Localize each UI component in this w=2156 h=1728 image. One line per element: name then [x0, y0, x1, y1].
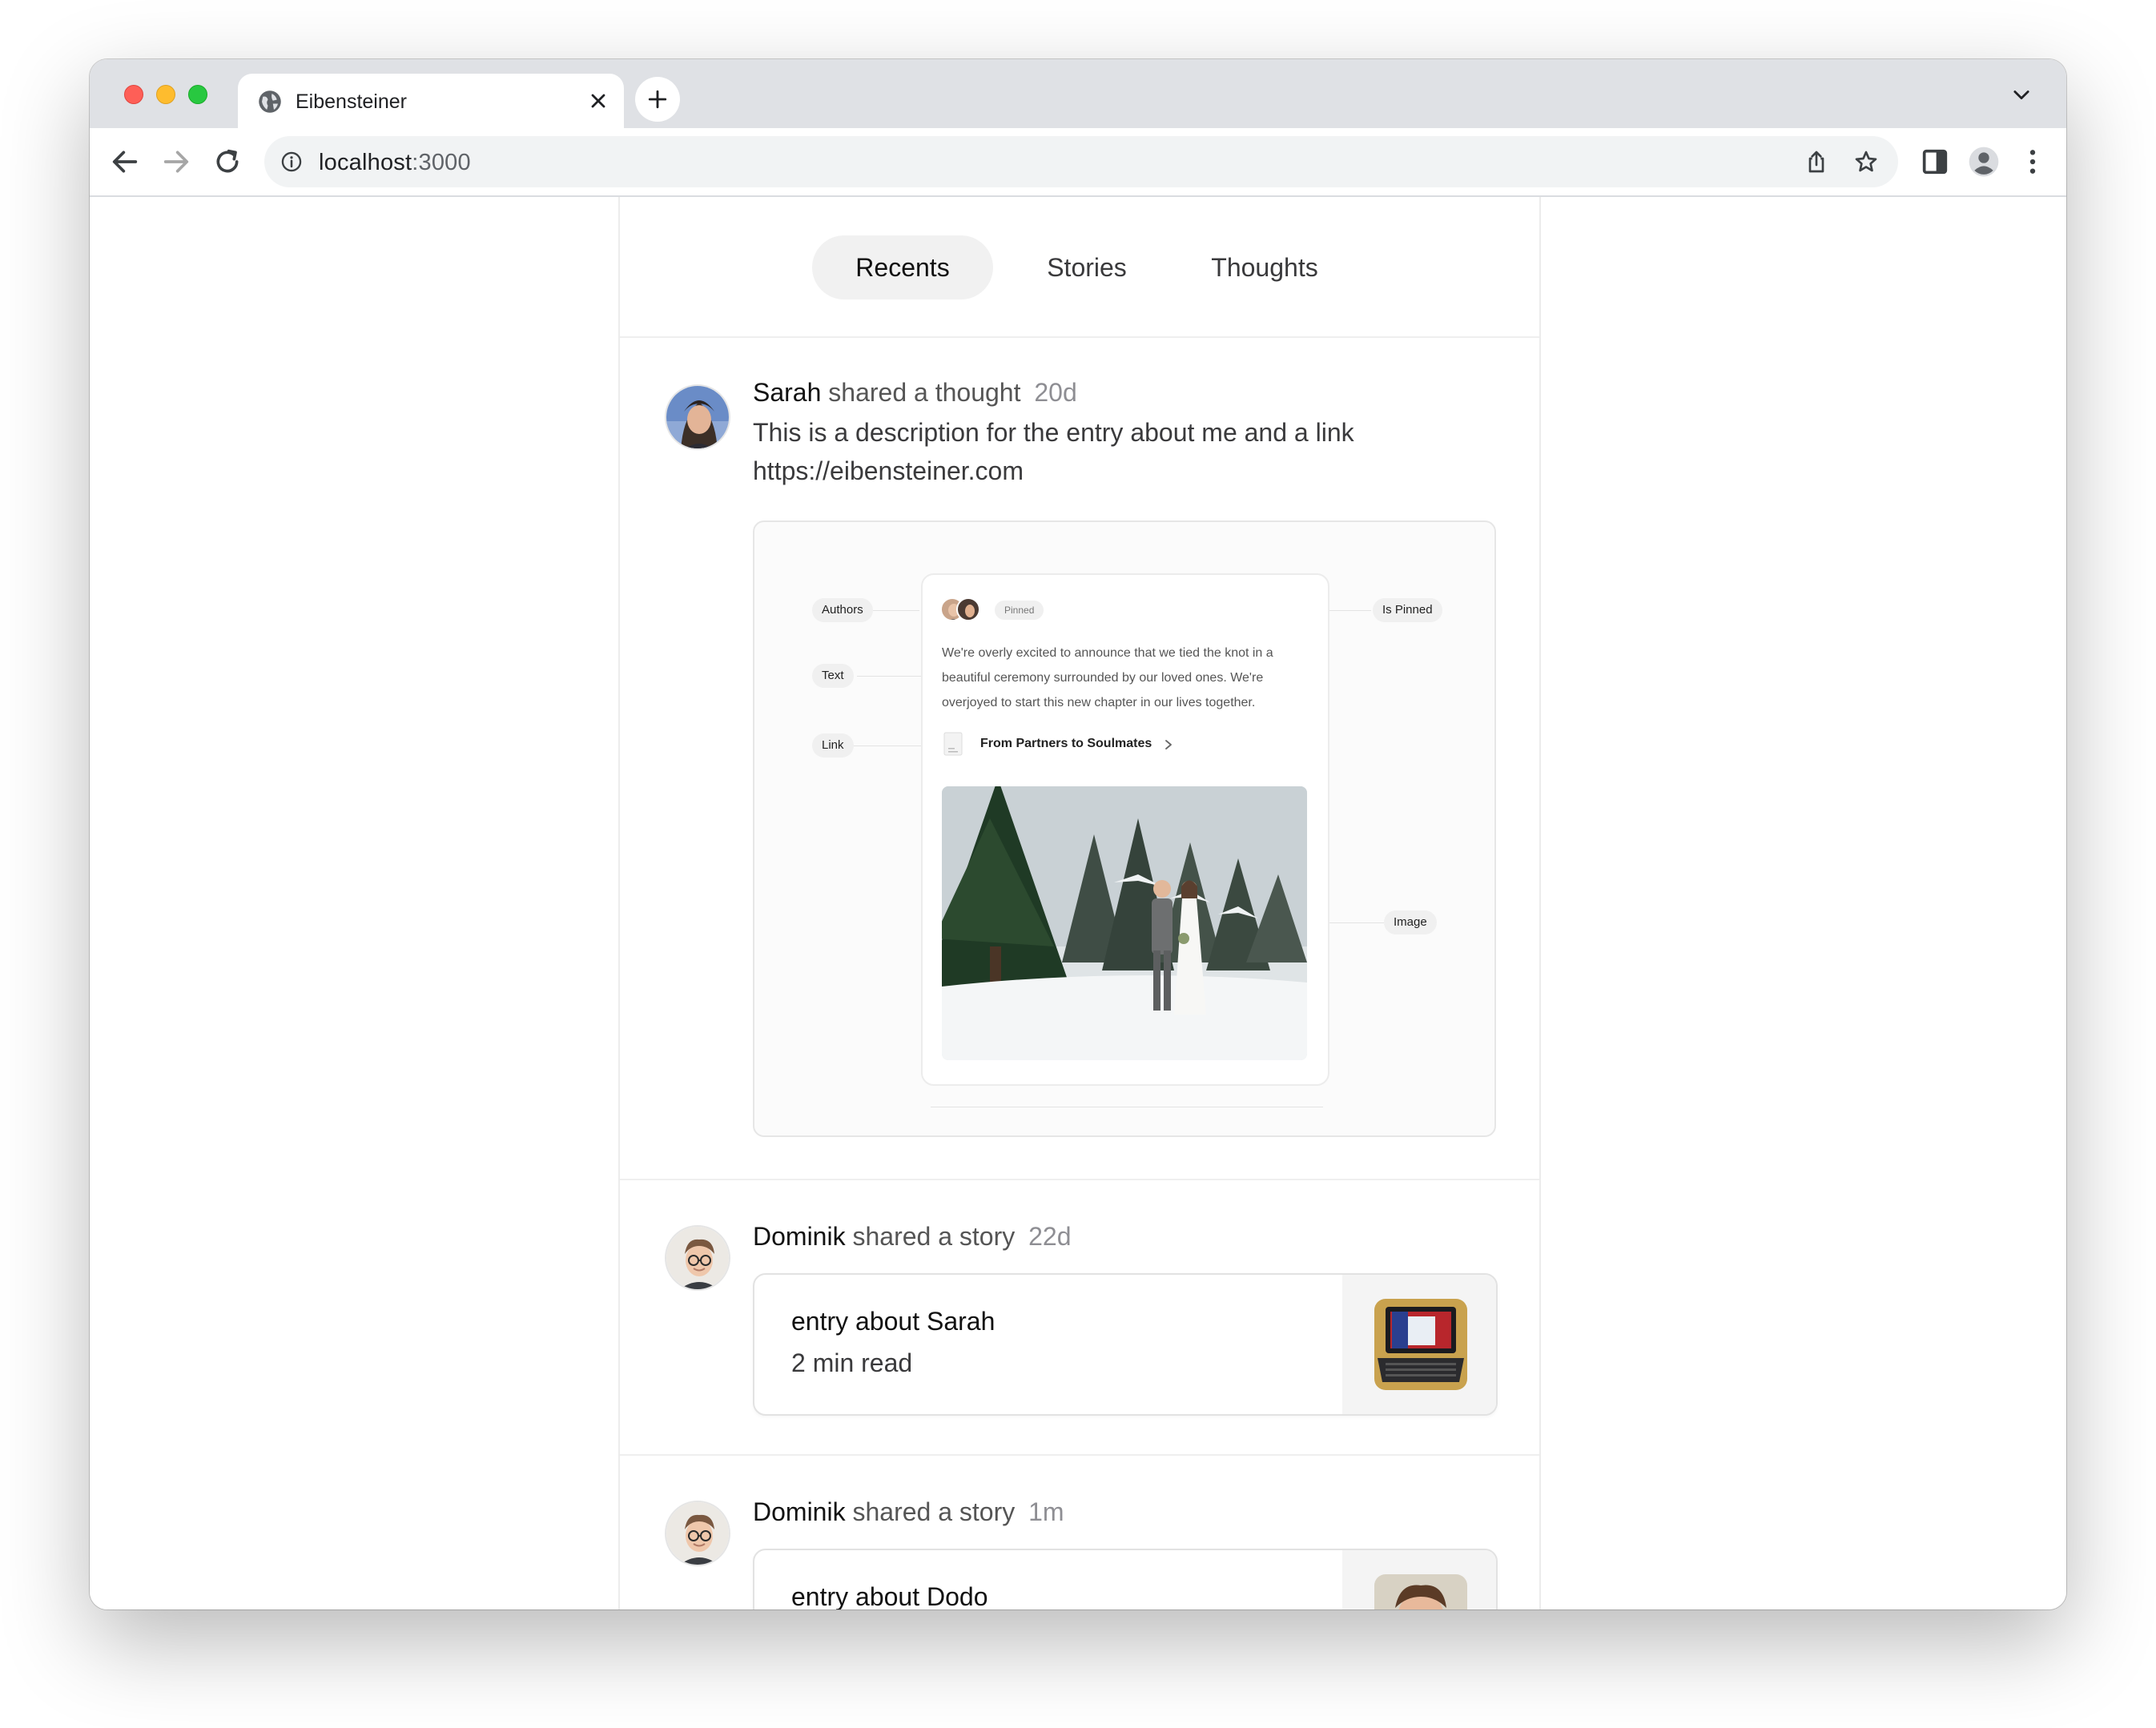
reload-icon[interactable] — [211, 146, 243, 178]
maximize-window-button[interactable] — [188, 85, 207, 104]
new-tab-button[interactable] — [635, 77, 680, 122]
post-action: shared a story — [852, 1497, 1016, 1526]
feed-tabs: Recents Stories Thoughts — [620, 197, 1539, 338]
dominik-avatar-icon — [666, 1227, 729, 1289]
tab-strip: Eibensteiner — [90, 59, 2066, 128]
post-header: Dominik shared a story 1m — [753, 1497, 1064, 1527]
more-vertical-icon[interactable] — [2017, 146, 2049, 178]
label-image: Image — [1384, 910, 1437, 934]
embedded-image[interactable]: Authors Text Link Is Pinned Image Pinned… — [753, 520, 1496, 1137]
laptop-thumbnail-icon — [1374, 1299, 1467, 1390]
back-arrow-icon[interactable] — [109, 146, 141, 178]
post-header: Sarah shared a thought 20d — [753, 378, 1077, 408]
share-icon[interactable] — [1804, 149, 1829, 175]
post-action: shared a story — [852, 1222, 1016, 1251]
globe-icon — [259, 90, 281, 113]
post-text-line: This is a description for the entry abou… — [753, 418, 1354, 447]
connector-line — [867, 610, 919, 611]
story-thumbnail — [1342, 1275, 1496, 1414]
tab-recents[interactable]: Recents — [812, 235, 993, 299]
sarah-avatar-icon — [666, 386, 729, 448]
portrait-thumbnail-icon — [1374, 1574, 1467, 1609]
post-link[interactable]: https://eibensteiner.com — [753, 452, 1474, 490]
connector-line — [857, 676, 921, 677]
label-link: Link — [812, 733, 854, 758]
tab-stories[interactable]: Stories — [1014, 235, 1160, 299]
browser-tab[interactable]: Eibensteiner — [238, 74, 624, 128]
tab-title: Eibensteiner — [296, 90, 407, 113]
profile-avatar-icon[interactable] — [1968, 146, 2000, 178]
mini-avatar — [956, 597, 980, 621]
story-title: entry about Sarah — [791, 1307, 996, 1336]
connector-line — [1329, 922, 1384, 923]
label-text: Text — [812, 664, 854, 688]
author-name[interactable]: Sarah — [753, 378, 821, 407]
author-name[interactable]: Dominik — [753, 1222, 846, 1251]
feed-post: Dominik shared a story 22d entry about S… — [620, 1180, 1539, 1456]
close-tab-icon[interactable] — [587, 90, 609, 112]
post-time: 20d — [1034, 378, 1077, 407]
mock-link-title: From Partners to Soulmates — [980, 737, 1152, 750]
mock-post-text: We're overly excited to announce that we… — [942, 646, 1273, 709]
avatar[interactable] — [665, 384, 730, 450]
page-content: Recents Stories Thoughts Sarah shared a … — [90, 197, 2066, 1609]
chevron-down-icon[interactable] — [2010, 83, 2033, 106]
browser-toolbar: localhost:3000 — [90, 128, 2066, 197]
post-time: 22d — [1028, 1222, 1072, 1251]
document-icon — [943, 732, 963, 756]
story-thumbnail — [1342, 1550, 1496, 1609]
minimize-window-button[interactable] — [156, 85, 175, 104]
story-read-time: 2 min read — [791, 1348, 913, 1377]
forward-arrow-icon[interactable] — [160, 146, 192, 178]
mock-post-card: Pinned We're overly excited to announce … — [921, 573, 1329, 1086]
feed-post: Dominik shared a story 1m entry about Do… — [620, 1456, 1539, 1609]
post-header: Dominik shared a story 22d — [753, 1222, 1072, 1252]
url-text[interactable]: localhost:3000 — [319, 150, 471, 176]
close-window-button[interactable] — [124, 85, 143, 104]
post-action: shared a thought — [828, 378, 1021, 407]
chevron-right-icon — [1165, 740, 1172, 749]
story-card[interactable]: entry about Sarah 2 min read — [753, 1273, 1498, 1416]
feed-post: Sarah shared a thought 20d This is a des… — [620, 338, 1539, 1180]
info-icon[interactable] — [280, 151, 303, 173]
side-panel-icon[interactable] — [1919, 146, 1951, 178]
dominik-avatar-icon — [666, 1502, 729, 1565]
star-icon[interactable] — [1853, 149, 1879, 175]
label-authors: Authors — [812, 598, 873, 622]
feed-column: Recents Stories Thoughts Sarah shared a … — [618, 197, 1541, 1609]
avatar[interactable] — [665, 1501, 730, 1566]
plus-icon — [648, 90, 667, 109]
connector-line — [854, 745, 921, 746]
author-name[interactable]: Dominik — [753, 1497, 846, 1526]
pinned-badge: Pinned — [995, 601, 1044, 620]
story-title: entry about Dodo — [791, 1582, 988, 1609]
post-time: 1m — [1028, 1497, 1064, 1526]
post-text: This is a description for the entry abou… — [753, 413, 1474, 490]
wedding-photo — [942, 786, 1307, 1060]
label-is-pinned: Is Pinned — [1373, 598, 1442, 622]
avatar[interactable] — [665, 1225, 730, 1291]
tab-thoughts[interactable]: Thoughts — [1182, 235, 1347, 299]
browser-window: Eibensteiner localhost:3000 Recents Stor… — [90, 59, 2066, 1609]
story-card[interactable]: entry about Dodo — [753, 1549, 1498, 1609]
address-bar[interactable]: localhost:3000 — [264, 136, 1898, 187]
